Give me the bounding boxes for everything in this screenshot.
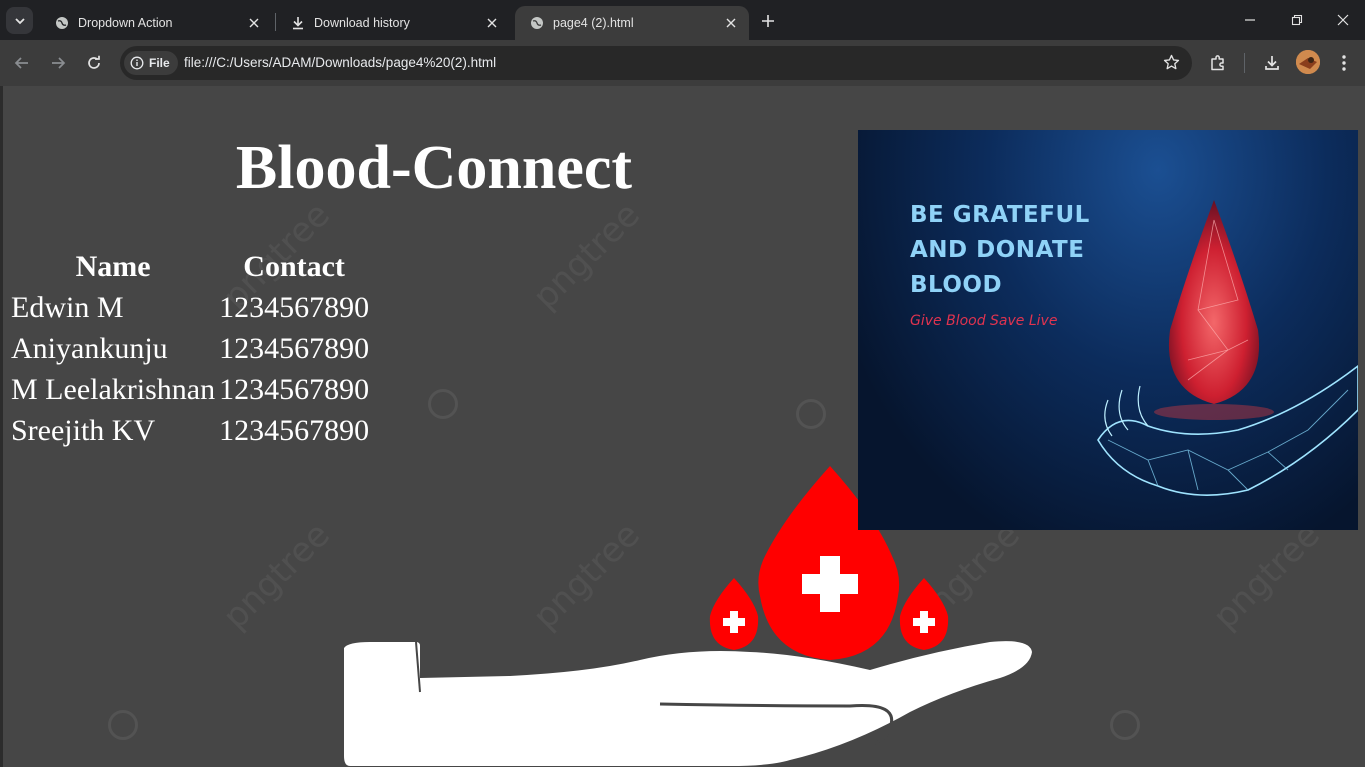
page-viewport: pngtree pngtree pngtree pngtree pngtree … — [0, 86, 1365, 767]
cell-name: Aniyankunju — [11, 331, 168, 365]
watermark-copyright-icon — [1110, 710, 1140, 740]
restore-icon — [1291, 14, 1303, 26]
wireframe-hand-drop-illustration — [1097, 200, 1358, 496]
column-header-contact: Contact — [243, 250, 345, 283]
menu-button[interactable] — [1331, 50, 1357, 76]
tab-dropdown-action[interactable]: Dropdown Action — [40, 6, 272, 40]
banner-line: AND DONATE — [910, 237, 1085, 263]
url-text[interactable]: file:///C:/Users/ADAM/Downloads/page4%20… — [184, 55, 496, 70]
cell-name: Edwin M — [11, 290, 124, 324]
tab-page4[interactable]: page4 (2).html — [515, 6, 749, 40]
donation-banner-image: BE GRATEFUL AND DONATE BLOOD Give Blood … — [858, 130, 1358, 530]
watermark-copyright-icon — [108, 710, 138, 740]
toolbar-divider — [1244, 53, 1245, 73]
donor-table: Name Contact Edwin M 1234567890 Aniyanku… — [8, 246, 372, 452]
bookmark-star-icon[interactable] — [1163, 54, 1180, 71]
table-row: Edwin M 1234567890 — [10, 288, 370, 327]
close-icon[interactable] — [484, 15, 500, 31]
page-title: Blood-Connect — [235, 134, 633, 202]
site-info-chip[interactable]: File — [124, 51, 178, 75]
back-button[interactable] — [9, 50, 35, 76]
profile-avatar[interactable] — [1296, 50, 1320, 74]
download-icon — [1265, 56, 1279, 70]
plus-icon — [762, 15, 774, 27]
watermark-text: pngtree — [215, 514, 338, 638]
close-icon[interactable] — [246, 15, 262, 31]
small-blood-drop-right — [899, 578, 949, 650]
tab-strip: Dropdown Action Download history page4 (… — [0, 0, 1365, 40]
forward-button[interactable] — [45, 50, 71, 76]
banner-tagline: Give Blood Save Live — [910, 313, 1058, 329]
watermark-copyright-icon — [428, 389, 458, 419]
close-window-button[interactable] — [1329, 8, 1357, 32]
puzzle-icon — [1211, 55, 1224, 71]
chevron-down-icon — [14, 17, 25, 24]
minimize-button[interactable] — [1236, 8, 1264, 32]
table-header-row: Name Contact — [10, 248, 370, 286]
tab-label: page4 (2).html — [553, 16, 634, 30]
tab-download-history[interactable]: Download history — [276, 6, 510, 40]
reload-icon — [88, 55, 100, 69]
cell-contact: 1234567890 — [219, 331, 370, 365]
more-vert-icon — [1342, 55, 1346, 71]
minimize-icon — [1245, 19, 1255, 21]
cell-name: M Leelakrishnan — [11, 372, 216, 406]
arrow-left-icon — [14, 57, 28, 69]
cell-contact: 1234567890 — [219, 290, 370, 324]
download-icon — [290, 15, 306, 31]
arrow-right-icon — [52, 57, 66, 69]
globe-icon — [529, 15, 545, 31]
table-row: M Leelakrishnan 1234567890 — [10, 370, 370, 409]
reload-button[interactable] — [81, 50, 107, 76]
restore-button[interactable] — [1283, 8, 1311, 32]
info-icon — [130, 56, 144, 70]
site-chip-label: File — [149, 56, 170, 70]
close-icon[interactable] — [723, 15, 739, 31]
hand-shape — [344, 641, 1032, 766]
cell-contact: 1234567890 — [219, 413, 370, 447]
tab-label: Download history — [314, 16, 410, 30]
cell-contact: 1234567890 — [219, 372, 370, 406]
globe-icon — [54, 15, 70, 31]
banner-line: BE GRATEFUL — [910, 202, 1090, 228]
small-blood-drop-left — [709, 578, 759, 650]
watermark-copyright-icon — [796, 399, 826, 429]
new-tab-button[interactable] — [756, 9, 780, 33]
address-bar[interactable]: File file:///C:/Users/ADAM/Downloads/pag… — [120, 46, 1192, 80]
column-header-name: Name — [75, 250, 151, 283]
extensions-button[interactable] — [1205, 50, 1231, 76]
watermark-text: pngtree — [525, 194, 648, 318]
tab-label: Dropdown Action — [78, 16, 173, 30]
banner-line: BLOOD — [910, 272, 1003, 298]
downloads-button[interactable] — [1259, 50, 1285, 76]
close-icon — [1337, 14, 1349, 26]
tab-search-button[interactable] — [6, 7, 33, 34]
table-row: Aniyankunju 1234567890 — [10, 329, 370, 368]
browser-toolbar: File file:///C:/Users/ADAM/Downloads/pag… — [0, 40, 1365, 86]
cell-name: Sreejith KV — [11, 413, 156, 447]
table-row: Sreejith KV 1234567890 — [10, 411, 370, 450]
watermark-text: pngtree — [1205, 514, 1328, 638]
